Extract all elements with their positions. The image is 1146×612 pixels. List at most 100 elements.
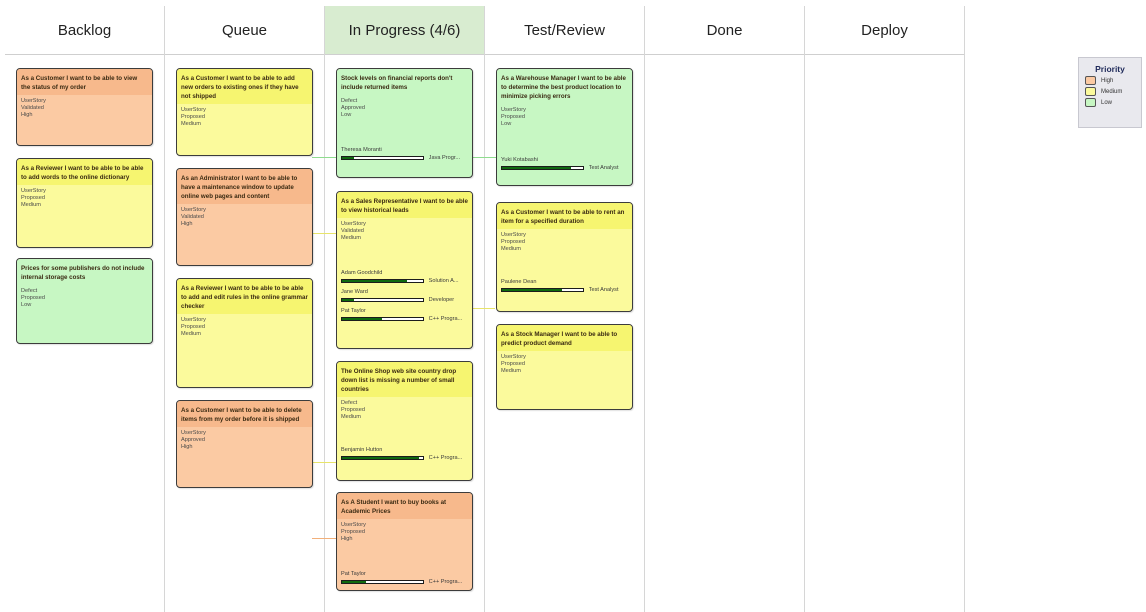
card-meta: UserStory Validated Medium: [337, 218, 472, 242]
in-progress-card[interactable]: As A Student I want to buy books at Acad…: [336, 492, 473, 591]
card-meta: UserStory Proposed Medium: [177, 314, 312, 338]
card-status: Proposed: [341, 529, 365, 535]
card-status: Proposed: [341, 407, 365, 413]
card-title: As a Customer I want to be able to add n…: [177, 69, 312, 104]
progress-bar: [341, 279, 424, 283]
queue-card[interactable]: As an Administrator I want to be able to…: [176, 168, 313, 266]
in-progress-card[interactable]: The Online Shop web site country drop do…: [336, 361, 473, 481]
queue-card[interactable]: As a Customer I want to be able to delet…: [176, 400, 313, 488]
column-header-test-review[interactable]: Test/Review: [485, 6, 644, 55]
card-type: UserStory: [341, 221, 366, 227]
column-header-backlog[interactable]: Backlog: [5, 6, 164, 55]
column-header-queue[interactable]: Queue: [165, 6, 324, 55]
card-priority: High: [181, 444, 193, 450]
progress-bar: [501, 288, 584, 292]
card-status: Proposed: [181, 324, 205, 330]
card-status: Validated: [341, 228, 364, 234]
progress-bar: [341, 317, 424, 321]
card-assignee: Paulene Dean Test Analyst: [501, 279, 628, 293]
assignee-name: Adam Goodchild: [341, 270, 383, 276]
assignee-name: Pat Taylor: [341, 308, 366, 314]
card-status: Approved: [181, 437, 205, 443]
assignee-role: C++ Progra...: [428, 455, 463, 461]
in-progress-card[interactable]: Stock levels on financial reports don't …: [336, 68, 473, 178]
card-title: As A Student I want to buy books at Acad…: [337, 493, 472, 519]
card-assignee: Pat Taylor C++ Progra...: [341, 308, 468, 322]
assignee-role: Solution A...: [428, 278, 459, 284]
backlog-card[interactable]: As a Reviewer I want to be able to be ab…: [16, 158, 153, 248]
assignee-role: Test Analyst: [588, 287, 619, 293]
card-assignee: Benjamin Hutton C++ Progra...: [341, 447, 468, 461]
card-type: UserStory: [181, 430, 206, 436]
assignee-role: Test Analyst: [588, 165, 619, 171]
column-header-done[interactable]: Done: [645, 6, 804, 55]
legend-label-medium: Medium: [1101, 88, 1123, 95]
test-review-card[interactable]: As a Customer I want to be able to rent …: [496, 202, 633, 312]
card-assignee: Theresa Moranti Java Progr...: [341, 147, 468, 161]
backlog-card[interactable]: Prices for some publishers do not includ…: [16, 258, 153, 344]
progress-bar: [341, 156, 424, 160]
card-priority: High: [181, 221, 193, 227]
card-type: UserStory: [21, 188, 46, 194]
card-title: Stock levels on financial reports don't …: [337, 69, 472, 95]
card-type: UserStory: [501, 107, 526, 113]
card-meta: UserStory Approved High: [177, 427, 312, 451]
card-type: Defect: [341, 400, 358, 406]
card-priority: Medium: [501, 246, 521, 252]
card-priority: Low: [501, 121, 512, 127]
in-progress-card[interactable]: As a Sales Representative I want to be a…: [336, 191, 473, 349]
card-title: As a Sales Representative I want to be a…: [337, 192, 472, 218]
card-priority: Low: [341, 112, 352, 118]
card-type: UserStory: [501, 232, 526, 238]
legend-title: Priority: [1095, 64, 1125, 74]
card-meta: UserStory Validated High: [17, 95, 152, 119]
assignee-name: Theresa Moranti: [341, 147, 382, 153]
assignee-name: Jane Ward: [341, 289, 368, 295]
card-status: Validated: [21, 105, 44, 111]
card-title: As a Reviewer I want to be able to be ab…: [17, 159, 152, 185]
test-review-card[interactable]: As a Stock Manager I want to be able to …: [496, 324, 633, 410]
progress-bar: [341, 298, 424, 302]
queue-card[interactable]: As a Customer I want to be able to add n…: [176, 68, 313, 156]
card-status: Validated: [181, 214, 204, 220]
card-meta: UserStory Proposed Medium: [497, 229, 632, 253]
progress-bar: [341, 580, 424, 584]
card-priority: Low: [21, 302, 32, 308]
card-status: Proposed: [501, 239, 525, 245]
card-type: Defect: [21, 288, 38, 294]
assignee-name: Benjamin Hutton: [341, 447, 383, 453]
card-title: As a Reviewer I want to be able to be ab…: [177, 279, 312, 314]
card-meta: UserStory Proposed High: [337, 519, 472, 543]
card-meta: UserStory Proposed Low: [497, 104, 632, 128]
card-title: As a Warehouse Manager I want to be able…: [497, 69, 632, 104]
column-deploy: Deploy: [805, 6, 965, 612]
assignee-role: Java Progr...: [428, 155, 461, 161]
card-type: UserStory: [181, 207, 206, 213]
legend-label-low: Low: [1101, 99, 1113, 106]
legend-item-low: Low: [1085, 98, 1141, 107]
card-priority: Medium: [341, 235, 361, 241]
backlog-card[interactable]: As a Customer I want to be able to view …: [16, 68, 153, 146]
card-assignee: Adam Goodchild Solution A...: [341, 270, 468, 284]
card-title: As an Administrator I want to be able to…: [177, 169, 312, 204]
column-header-deploy[interactable]: Deploy: [805, 6, 964, 55]
test-review-card[interactable]: As a Warehouse Manager I want to be able…: [496, 68, 633, 186]
card-title: Prices for some publishers do not includ…: [17, 259, 152, 285]
card-status: Proposed: [501, 361, 525, 367]
assignee-role: C++ Progra...: [428, 579, 463, 585]
assignee-role: C++ Progra...: [428, 316, 463, 322]
card-meta: Defect Proposed Low: [17, 285, 152, 309]
card-type: UserStory: [501, 354, 526, 360]
column-done: Done: [645, 6, 805, 612]
card-assignee: Pat Taylor C++ Progra...: [341, 571, 468, 585]
card-priority: Medium: [181, 121, 201, 127]
card-type: Defect: [341, 98, 358, 104]
card-assignee: Jane Ward Developer: [341, 289, 468, 303]
card-status: Proposed: [21, 195, 45, 201]
card-title: As a Stock Manager I want to be able to …: [497, 325, 632, 351]
card-priority: Medium: [21, 202, 41, 208]
progress-bar: [501, 166, 584, 170]
column-header-in-progress[interactable]: In Progress (4/6): [325, 6, 484, 55]
card-meta: UserStory Proposed Medium: [17, 185, 152, 209]
queue-card[interactable]: As a Reviewer I want to be able to be ab…: [176, 278, 313, 388]
